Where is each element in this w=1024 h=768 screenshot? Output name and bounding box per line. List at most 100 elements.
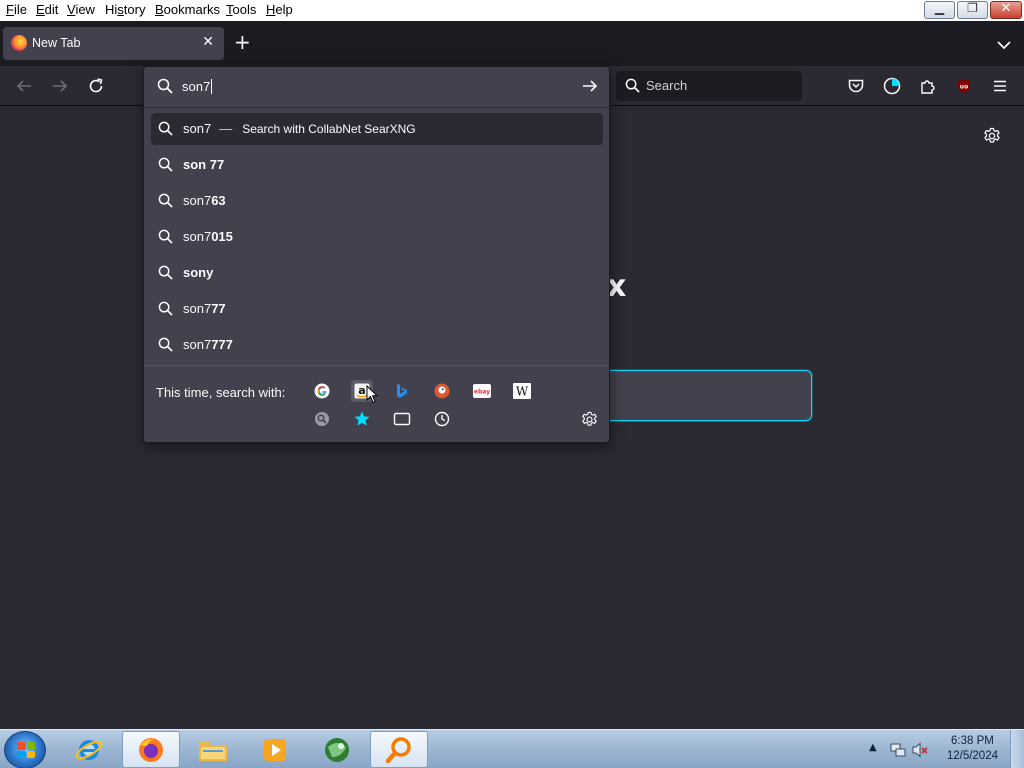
menu-view-label: iew xyxy=(75,2,95,17)
suggestion-row[interactable]: son777 xyxy=(151,293,603,325)
one-off-divider xyxy=(144,365,609,366)
taskbar-media-player[interactable] xyxy=(246,731,304,768)
taskbar-file-explorer[interactable] xyxy=(184,731,242,768)
menu-tools[interactable]: Tools xyxy=(226,2,256,17)
wikipedia-icon: W xyxy=(513,383,531,399)
searxng-icon xyxy=(315,412,329,426)
menu-edit-accesskey: E xyxy=(36,2,45,17)
search-icon xyxy=(158,337,173,352)
engine-searxng-button[interactable] xyxy=(311,408,333,430)
engine-ebay-button[interactable]: ebay xyxy=(471,380,493,402)
menu-bookmarks[interactable]: Bookmarks xyxy=(155,2,220,17)
menu-view[interactable]: View xyxy=(67,2,95,17)
windows-logo-yellow xyxy=(26,750,35,758)
close-window-button[interactable]: ✕ xyxy=(990,1,1022,19)
list-all-tabs-button[interactable] xyxy=(997,35,1011,54)
history-search-button[interactable] xyxy=(431,408,453,430)
extensions-button[interactable] xyxy=(918,76,938,96)
start-button[interactable] xyxy=(4,731,46,768)
windows-taskbar: ▲ 6:38 PM 12/5/2024 xyxy=(0,729,1024,768)
taskbar-firefox[interactable] xyxy=(122,731,180,768)
reload-button[interactable] xyxy=(86,76,106,96)
close-tab-icon[interactable]: ✕ xyxy=(202,34,214,50)
menu-help[interactable]: Help xyxy=(266,2,293,17)
account-button[interactable] xyxy=(882,76,902,96)
menu-file[interactable]: File xyxy=(6,2,27,17)
bookmarks-search-button[interactable] xyxy=(351,408,373,430)
tabs-search-button[interactable] xyxy=(391,408,413,430)
search-icon xyxy=(158,265,173,280)
google-icon xyxy=(314,383,330,399)
suggestion-completion: son 77 xyxy=(183,157,225,172)
duckduckgo-icon xyxy=(434,383,450,399)
forward-button[interactable] xyxy=(50,76,70,96)
suggestion-row[interactable]: son7 — Search with CollabNet SearXNG xyxy=(151,113,603,145)
suggestion-completion: 015 xyxy=(211,229,233,244)
gear-icon xyxy=(984,127,1000,143)
suggestion-row[interactable]: sony xyxy=(151,257,603,289)
search-settings-button[interactable] xyxy=(581,411,598,432)
minimize-icon: ▁ xyxy=(934,1,945,15)
suggestion-row[interactable]: son763 xyxy=(151,185,603,217)
text-caret xyxy=(211,79,213,94)
windows-logo-green xyxy=(26,742,35,750)
svg-text:a: a xyxy=(358,384,365,397)
suggestion-action: Search with CollabNet SearXNG xyxy=(242,122,416,136)
toolbar-search-box[interactable]: Search xyxy=(616,71,802,101)
back-button[interactable] xyxy=(14,76,34,96)
search-icon xyxy=(158,157,173,172)
svg-text:ebay: ebay xyxy=(474,389,490,396)
personalize-new-tab-button[interactable] xyxy=(983,127,1001,149)
minimize-button[interactable]: ▁ xyxy=(924,1,955,19)
tabs-icon xyxy=(393,412,411,426)
new-tab-button[interactable]: + xyxy=(234,31,251,53)
taskbar-internet-explorer[interactable] xyxy=(60,731,118,768)
taskbar-search-app[interactable] xyxy=(370,731,428,768)
file-explorer-icon xyxy=(199,741,227,761)
bookmarks-star-icon xyxy=(354,411,370,426)
engine-bing-button[interactable] xyxy=(391,380,413,402)
urlbar-input-row[interactable]: son7 xyxy=(144,67,609,107)
menu-file-label: ile xyxy=(13,2,27,17)
tab-new-tab[interactable]: New Tab ✕ xyxy=(3,27,224,60)
suggestion-completion: 777 xyxy=(211,337,233,352)
suggestion-separator: — xyxy=(219,121,233,136)
firefox-icon xyxy=(11,35,27,51)
bing-icon xyxy=(397,384,407,398)
taskbar-app-globe[interactable] xyxy=(308,731,366,768)
mouse-cursor xyxy=(366,384,379,408)
search-magnifier-icon xyxy=(385,736,411,763)
suggestion-row[interactable]: son 77 xyxy=(151,149,603,181)
suggestion-completion: 77 xyxy=(211,301,226,316)
suggestion-typed: son7 xyxy=(183,229,212,244)
pocket-button[interactable] xyxy=(846,76,866,96)
clock-time: 6:38 PM xyxy=(951,735,994,747)
suggestion-row[interactable]: son7777 xyxy=(151,329,603,361)
suggestion-text: sony xyxy=(183,265,213,280)
show-desktop-button[interactable] xyxy=(1010,730,1024,768)
volume-muted-icon[interactable] xyxy=(912,742,928,758)
engine-wikipedia-button[interactable]: W xyxy=(511,380,533,402)
ublock-origin-button[interactable]: uo xyxy=(954,76,974,96)
go-arrow-icon[interactable] xyxy=(581,77,599,95)
app-menu-button[interactable] xyxy=(990,76,1010,96)
system-clock[interactable]: 6:38 PM 12/5/2024 xyxy=(947,734,998,764)
menu-help-accesskey: H xyxy=(266,2,276,17)
search-icon xyxy=(158,193,173,208)
restore-button[interactable]: ❐ xyxy=(957,1,988,19)
menu-edit[interactable]: Edit xyxy=(36,2,58,17)
system-tray: ▲ 6:38 PM 12/5/2024 xyxy=(854,730,1024,768)
suggestion-typed: son7 xyxy=(183,121,212,136)
app-globe-icon xyxy=(325,737,349,762)
show-hidden-icons-icon[interactable]: ▲ xyxy=(869,742,877,753)
engine-duckduckgo-button[interactable] xyxy=(431,380,453,402)
svg-text:uo: uo xyxy=(960,84,968,91)
urlbar-input[interactable]: son7 xyxy=(182,79,213,94)
menu-file-accesskey: F xyxy=(6,2,14,17)
suggestion-row[interactable]: son7015 xyxy=(151,221,603,253)
menu-history[interactable]: History xyxy=(105,2,145,17)
network-icon[interactable] xyxy=(890,742,906,758)
engine-google-button[interactable] xyxy=(311,380,333,402)
search-icon xyxy=(625,78,640,93)
tab-title: New Tab xyxy=(32,36,81,50)
